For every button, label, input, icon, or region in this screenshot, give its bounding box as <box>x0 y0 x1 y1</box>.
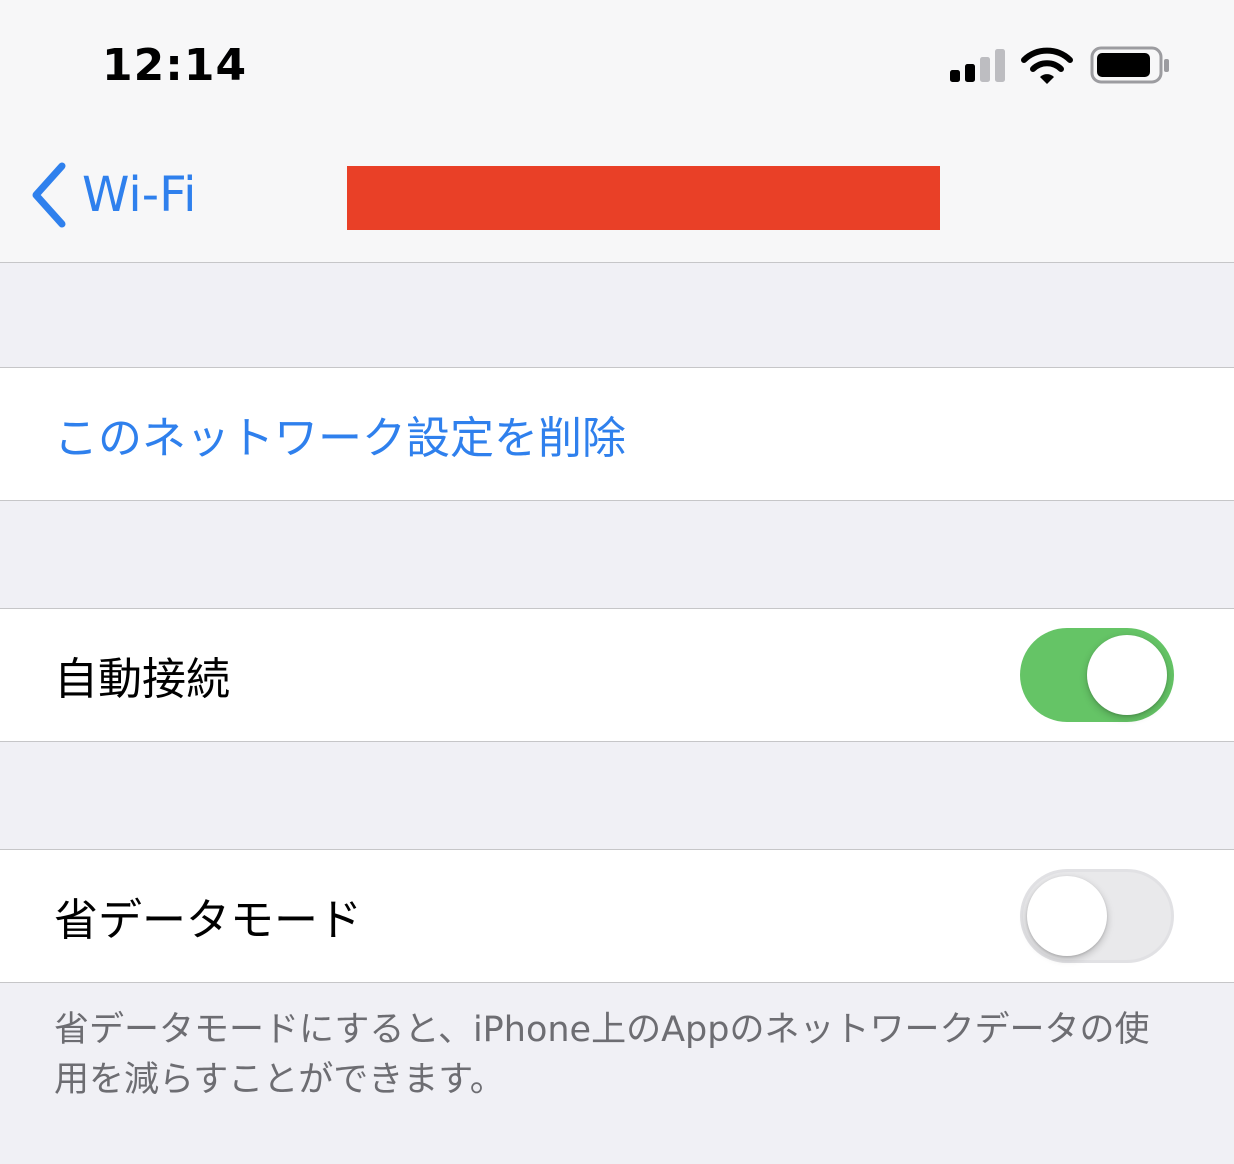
cellular-signal-icon <box>950 49 1005 82</box>
low-data-mode-toggle[interactable] <box>1020 869 1174 963</box>
wifi-icon <box>1021 47 1073 84</box>
forget-network-label: このネットワーク設定を削除 <box>54 413 626 464</box>
toggle-knob <box>1087 635 1167 715</box>
auto-join-toggle[interactable] <box>1020 628 1174 722</box>
low-data-mode-footer: 省データモードにすると、iPhone上のAppのネットワークデータの使用を減らす… <box>54 1010 1150 1100</box>
status-bar: 12:14 <box>0 0 1234 120</box>
status-icons <box>950 46 1169 84</box>
back-button[interactable]: Wi-Fi <box>28 160 197 230</box>
chevron-left-icon <box>32 162 66 228</box>
back-label: Wi-Fi <box>82 167 197 223</box>
battery-icon <box>1090 46 1169 84</box>
low-data-mode-row: 省データモード <box>0 849 1234 983</box>
navigation-bar: Wi-Fi <box>0 120 1234 263</box>
low-data-mode-label: 省データモード <box>54 895 362 946</box>
forget-network-row[interactable]: このネットワーク設定を削除 <box>0 367 1234 501</box>
network-name-redaction <box>347 166 940 230</box>
toggle-knob <box>1027 876 1107 956</box>
auto-join-row: 自動接続 <box>0 608 1234 742</box>
auto-join-label: 自動接続 <box>54 654 230 705</box>
